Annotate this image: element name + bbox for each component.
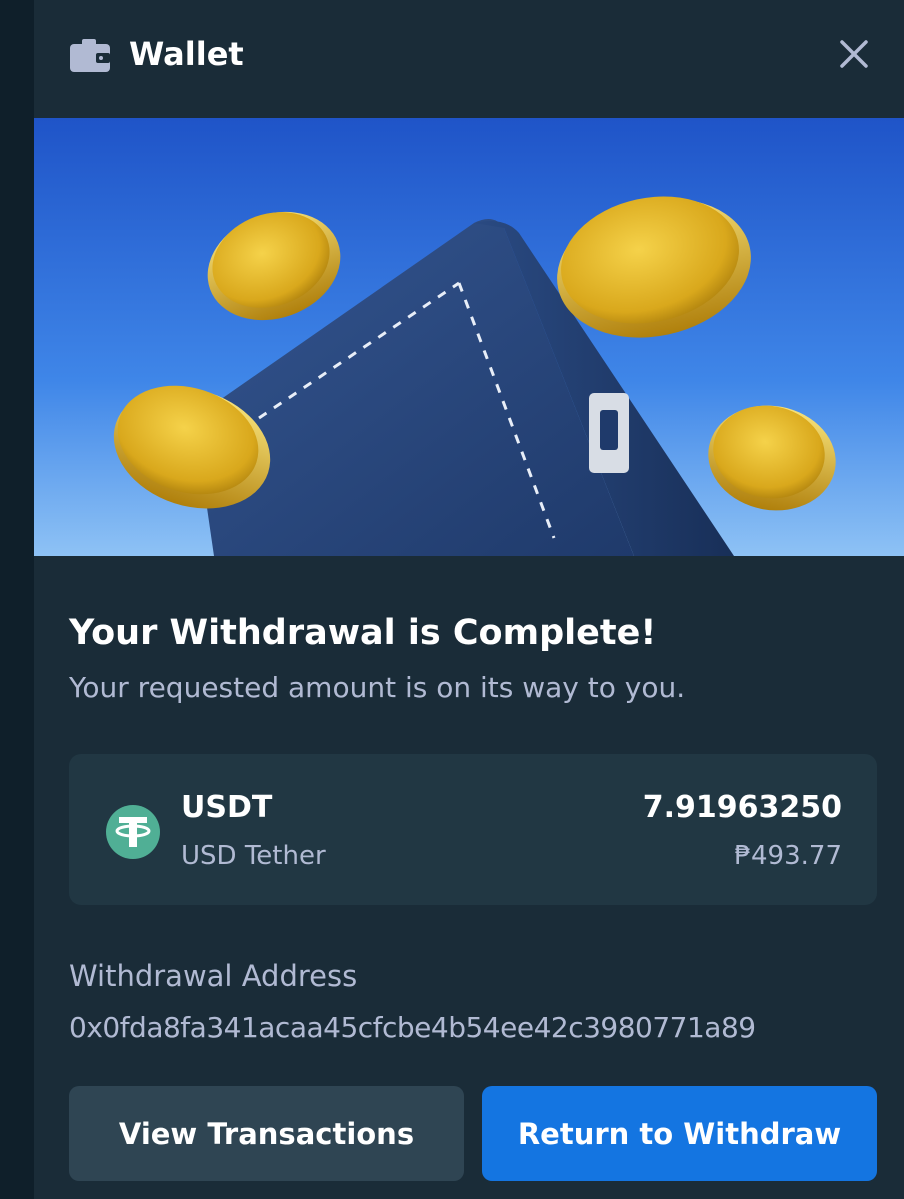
- fiat-amount: ₱493.77: [734, 841, 842, 871]
- withdrawal-complete-heading: Your Withdrawal is Complete!: [69, 613, 657, 653]
- return-to-withdraw-button[interactable]: Return to Withdraw: [482, 1086, 877, 1181]
- close-icon[interactable]: [834, 34, 874, 74]
- currency-symbol: USDT: [181, 790, 273, 825]
- wallet-icon: [70, 39, 110, 72]
- modal-title: Wallet: [129, 35, 244, 73]
- wallet-banner-image: [34, 118, 904, 556]
- currency-name: USD Tether: [181, 841, 326, 871]
- page-backdrop: [0, 0, 34, 1199]
- currency-summary-card: USDT USD Tether 7.91963250 ₱493.77: [69, 754, 877, 905]
- wallet-modal: Wallet Your Withdrawal is Complete! Your…: [34, 0, 904, 1199]
- withdrawal-complete-subtitle: Your requested amount is on its way to y…: [69, 671, 686, 704]
- withdrawal-address-label: Withdrawal Address: [69, 959, 358, 993]
- withdrawal-address-value: 0x0fda8fa341acaa45cfcbe4b54ee42c3980771a…: [69, 1011, 756, 1044]
- crypto-amount: 7.91963250: [642, 790, 842, 825]
- view-transactions-button[interactable]: View Transactions: [69, 1086, 464, 1181]
- modal-header: Wallet: [34, 0, 904, 118]
- tether-icon: [106, 805, 160, 859]
